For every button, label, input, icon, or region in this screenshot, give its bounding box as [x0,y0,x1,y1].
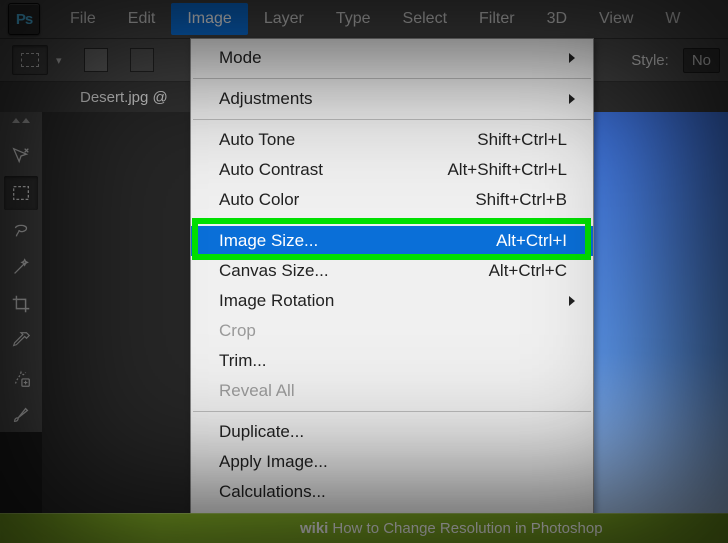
menu-item-apply-image[interactable]: Apply Image... [191,447,593,477]
menu-item-label: Auto Tone [219,130,477,150]
swatch-1[interactable] [84,48,108,72]
brush-tool[interactable] [4,398,38,432]
style-label: Style: [631,52,669,69]
menu-image[interactable]: Image [171,3,247,35]
tutorial-caption: wiki How to Change Resolution in Photosh… [0,513,728,543]
menu-item-label: Auto Color [219,190,475,210]
menu-item-label: Adjustments [219,89,567,109]
menu-item-shortcut: Alt+Ctrl+I [496,231,567,251]
lasso-tool[interactable] [4,213,38,247]
menu-3d[interactable]: 3D [531,3,583,35]
menu-item-auto-tone[interactable]: Auto ToneShift+Ctrl+L [191,125,593,155]
marquee-tool[interactable] [4,176,38,210]
document-tab[interactable]: Desert.jpg @ [80,89,168,106]
menu-window-cut[interactable]: W [649,3,696,35]
menu-item-label: Trim... [219,351,567,371]
menu-item-reveal-all: Reveal All [191,376,593,406]
eyedropper-tool[interactable] [4,324,38,358]
menu-item-shortcut: Shift+Ctrl+B [475,190,567,210]
menu-view[interactable]: View [583,3,649,35]
healing-brush-tool[interactable] [4,361,38,395]
menu-separator [193,220,591,221]
chevron-down-icon[interactable]: ▾ [56,54,62,67]
style-value[interactable]: No [683,48,720,73]
menu-item-label: Canvas Size... [219,261,489,281]
menu-item-label: Mode [219,48,567,68]
menu-filter[interactable]: Filter [463,3,531,35]
menu-item-label: Image Rotation [219,291,567,311]
menu-item-label: Auto Contrast [219,160,447,180]
menu-separator [193,119,591,120]
menu-item-label: Crop [219,321,567,341]
menu-item-auto-contrast[interactable]: Auto ContrastAlt+Shift+Ctrl+L [191,155,593,185]
marquee-icon [21,53,39,67]
menu-item-trim[interactable]: Trim... [191,346,593,376]
menu-item-label: Apply Image... [219,452,567,472]
crop-tool[interactable] [4,287,38,321]
ps-logo: Ps [8,3,40,35]
menu-file[interactable]: File [54,3,112,35]
menu-separator [193,411,591,412]
move-tool[interactable] [4,139,38,173]
menu-item-canvas-size[interactable]: Canvas Size...Alt+Ctrl+C [191,256,593,286]
menubar: Ps File Edit Image Layer Type Select Fil… [0,0,728,38]
menu-item-shortcut: Alt+Ctrl+C [489,261,567,281]
menu-type[interactable]: Type [320,3,387,35]
menu-item-mode[interactable]: Mode [191,43,593,73]
menu-layer[interactable]: Layer [248,3,320,35]
swatch-2[interactable] [130,48,154,72]
toolbar [0,112,42,432]
menu-item-auto-color[interactable]: Auto ColorShift+Ctrl+B [191,185,593,215]
menu-item-shortcut: Alt+Shift+Ctrl+L [447,160,567,180]
menu-separator [193,78,591,79]
menu-item-adjustments[interactable]: Adjustments [191,84,593,114]
menu-item-label: Duplicate... [219,422,567,442]
menu-item-crop: Crop [191,316,593,346]
menu-item-label: Calculations... [219,482,567,502]
caption-text: How to Change Resolution in Photoshop [332,520,602,537]
menu-item-duplicate[interactable]: Duplicate... [191,417,593,447]
menu-item-image-rotation[interactable]: Image Rotation [191,286,593,316]
toolbar-collapse-icon[interactable] [7,118,35,130]
menu-item-label: Image Size... [219,231,496,251]
menu-item-shortcut: Shift+Ctrl+L [477,130,567,150]
ps-logo-text: Ps [16,11,32,28]
magic-wand-tool[interactable] [4,250,38,284]
menu-item-calculations[interactable]: Calculations... [191,477,593,507]
menu-edit[interactable]: Edit [112,3,172,35]
menu-item-label: Reveal All [219,381,567,401]
image-menu-dropdown: ModeAdjustmentsAuto ToneShift+Ctrl+LAuto… [190,38,594,516]
marquee-selector-well[interactable] [12,45,48,75]
menu-item-image-size[interactable]: Image Size...Alt+Ctrl+I [191,226,593,256]
caption-brand: wiki [300,520,328,537]
menu-select[interactable]: Select [387,3,463,35]
